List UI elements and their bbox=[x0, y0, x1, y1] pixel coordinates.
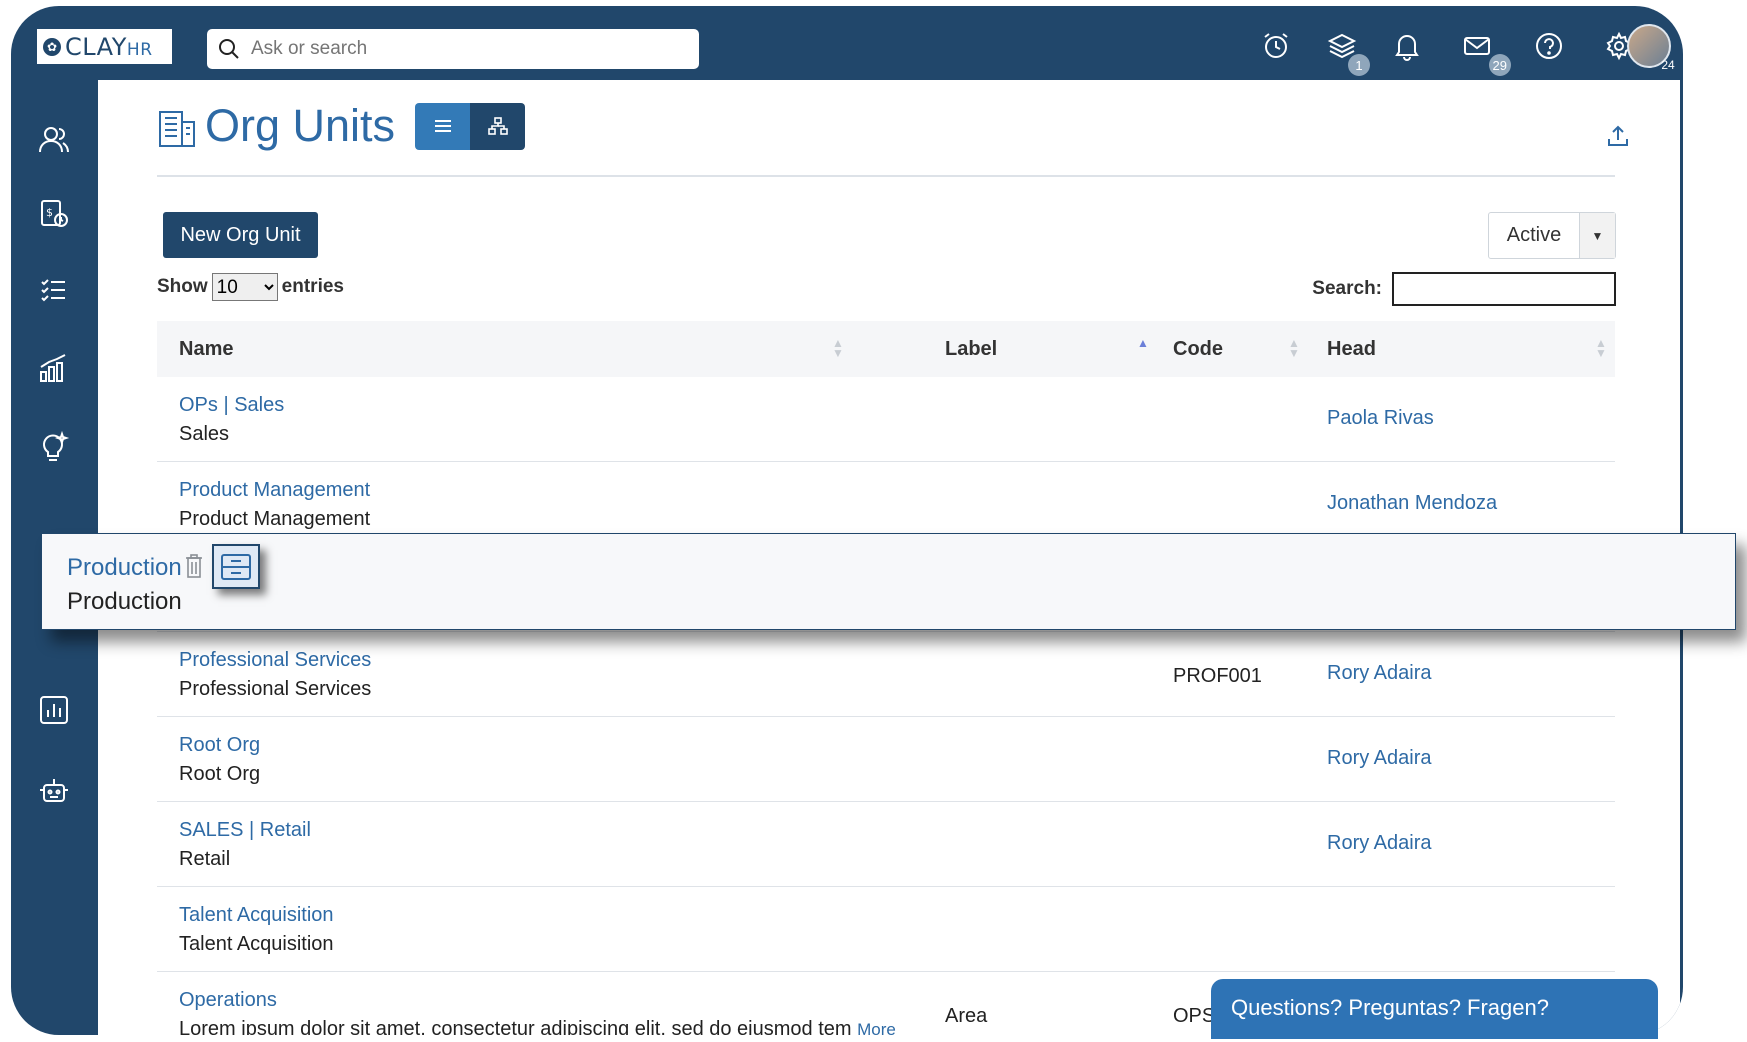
list-icon bbox=[434, 120, 451, 132]
page-size-select[interactable]: 10 bbox=[211, 273, 278, 301]
logo-text: CLAY bbox=[65, 32, 127, 61]
org-unit-link[interactable]: Talent Acquisition bbox=[179, 904, 334, 927]
table-search-label: Search: bbox=[1312, 278, 1382, 299]
bot-icon[interactable] bbox=[37, 775, 71, 809]
avatar-badge: 24 bbox=[1661, 58, 1675, 72]
org-unit-link[interactable]: Root Org bbox=[179, 734, 260, 757]
app-frame: ✿ CLAYHR 1 29 24 $ Or bbox=[11, 6, 1683, 1035]
sort-icon[interactable]: ▲ ▼ bbox=[1595, 337, 1607, 359]
people-icon[interactable] bbox=[37, 123, 71, 157]
alarm-clock-icon[interactable] bbox=[1260, 30, 1292, 62]
column-header-head[interactable]: Head bbox=[1327, 321, 1376, 377]
org-unit-subname: Sales bbox=[179, 423, 230, 445]
caret-down-icon[interactable]: ▼ bbox=[1579, 213, 1615, 258]
top-bar: ✿ CLAYHR 1 29 24 bbox=[11, 6, 1683, 80]
table-row: Root Org Root Org Rory Adaira bbox=[157, 717, 1615, 802]
page-size-control: Show 10 entries bbox=[157, 273, 344, 301]
org-unit-subname: Root Org bbox=[179, 763, 261, 785]
org-unit-subname: Production bbox=[67, 588, 182, 615]
table-header: Name ▲ ▼ Label ▲ Code ▲ ▼ Head ▲ ▼ bbox=[157, 321, 1615, 377]
org-unit-subname: Product Management bbox=[179, 508, 371, 530]
export-icon[interactable] bbox=[1606, 124, 1630, 148]
mail-badge: 29 bbox=[1488, 54, 1511, 76]
bell-icon[interactable] bbox=[1391, 30, 1423, 62]
status-filter[interactable]: Active ▼ bbox=[1488, 212, 1616, 259]
building-icon bbox=[159, 111, 195, 147]
report-chart-icon[interactable] bbox=[37, 693, 71, 727]
view-toggle bbox=[415, 102, 526, 150]
trash-icon[interactable] bbox=[184, 553, 204, 579]
tree-view-button[interactable] bbox=[470, 102, 526, 150]
org-units-table: Name ▲ ▼ Label ▲ Code ▲ ▼ Head ▲ ▼ OPs | Sa… bbox=[157, 321, 1615, 1035]
page-title: Org Units bbox=[205, 100, 396, 151]
table-row: Talent Acquisition Talent Acquisition bbox=[157, 887, 1615, 972]
org-unit-subname: Talent Acquisition bbox=[179, 933, 334, 955]
logo-mark-icon: ✿ bbox=[43, 37, 61, 56]
logo-suffix: HR bbox=[126, 39, 153, 60]
head-link[interactable]: Rory Adaira bbox=[1327, 747, 1432, 770]
page-header: Org Units bbox=[157, 96, 526, 156]
table-row: Professional Services Professional Servic… bbox=[157, 632, 1615, 717]
entries-label: entries bbox=[281, 276, 344, 297]
checklist-icon[interactable] bbox=[37, 273, 71, 307]
more-link[interactable]: More bbox=[857, 1020, 896, 1035]
table-row: OPs | Sales Sales Paola Rivas bbox=[157, 377, 1615, 462]
new-org-unit-button[interactable]: New Org Unit bbox=[163, 212, 318, 258]
org-unit-link[interactable]: Operations bbox=[179, 989, 896, 1012]
status-filter-value: Active bbox=[1506, 224, 1562, 246]
mail-icon[interactable] bbox=[1461, 30, 1493, 62]
org-unit-link[interactable]: Product Management bbox=[179, 479, 370, 502]
org-unit-link[interactable]: Production bbox=[67, 554, 182, 582]
show-label: Show bbox=[157, 276, 208, 297]
archive-drawer-icon[interactable] bbox=[212, 544, 260, 589]
svg-text:$: $ bbox=[46, 206, 53, 219]
org-unit-subname: Professional Services bbox=[179, 678, 372, 700]
list-view-button[interactable] bbox=[415, 102, 471, 150]
column-header-name[interactable]: Name bbox=[179, 321, 233, 377]
column-header-label[interactable]: Label bbox=[945, 321, 997, 377]
org-unit-subname: Retail bbox=[179, 848, 231, 870]
search-icon bbox=[219, 39, 239, 59]
org-tree-icon bbox=[487, 117, 508, 135]
global-search-input[interactable] bbox=[251, 38, 671, 60]
org-unit-description: Lorem ipsum dolor sit amet, consectetur … bbox=[179, 1018, 852, 1035]
payroll-icon[interactable]: $ bbox=[37, 197, 71, 231]
header-divider bbox=[157, 175, 1615, 177]
clayhr-logo[interactable]: ✿ CLAYHR bbox=[37, 29, 172, 64]
head-link[interactable]: Paola Rivas bbox=[1327, 407, 1434, 430]
org-unit-code: OPS bbox=[1173, 1005, 1216, 1027]
head-link[interactable]: Rory Adaira bbox=[1327, 832, 1432, 855]
sort-asc-icon[interactable]: ▲ bbox=[1137, 337, 1149, 349]
analytics-icon[interactable] bbox=[37, 352, 71, 386]
org-unit-link[interactable]: Professional Services bbox=[179, 649, 371, 672]
org-unit-link[interactable]: OPs | Sales bbox=[179, 394, 284, 417]
sort-icon[interactable]: ▲ ▼ bbox=[832, 337, 844, 359]
layers-badge: 1 bbox=[1348, 54, 1370, 76]
global-search[interactable] bbox=[207, 29, 699, 69]
sort-icon[interactable]: ▲ ▼ bbox=[1288, 337, 1300, 359]
chat-widget-button[interactable]: Questions? Preguntas? Fragen? bbox=[1211, 979, 1658, 1039]
table-search-input[interactable] bbox=[1392, 272, 1616, 306]
org-unit-link[interactable]: SALES | Retail bbox=[179, 819, 311, 842]
head-link[interactable]: Jonathan Mendoza bbox=[1327, 492, 1497, 515]
head-link[interactable]: Rory Adaira bbox=[1327, 662, 1432, 685]
lightbulb-icon[interactable] bbox=[37, 430, 71, 464]
table-row: SALES | Retail Retail Rory Adaira bbox=[157, 802, 1615, 887]
org-unit-code: PROF001 bbox=[1173, 665, 1262, 687]
column-header-code[interactable]: Code bbox=[1173, 321, 1223, 377]
table-search: Search: bbox=[1312, 272, 1616, 306]
dragged-row[interactable]: Production Production bbox=[41, 533, 1736, 630]
help-icon[interactable] bbox=[1533, 30, 1565, 62]
org-unit-label: Area bbox=[945, 1005, 988, 1027]
